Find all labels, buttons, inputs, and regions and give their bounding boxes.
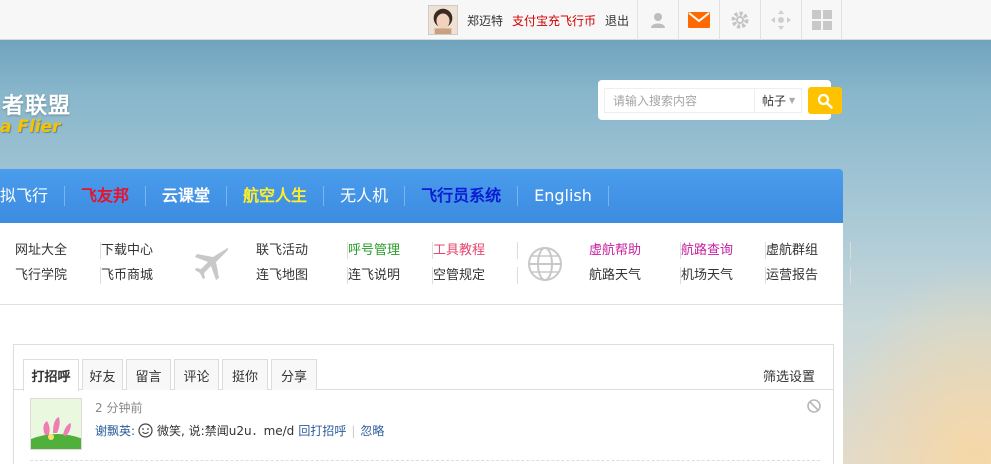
filter-settings-link[interactable]: 筛选设置 (763, 366, 815, 385)
search-icon (817, 93, 833, 109)
nav-item-aviation-life[interactable]: 航空人生 (227, 186, 325, 206)
tab-support[interactable]: 挺你 (222, 359, 268, 390)
sender-name[interactable]: 谢飘英: (95, 422, 135, 439)
subnav-link[interactable]: 机场天气 (681, 267, 766, 284)
background-glow (831, 260, 991, 464)
user-area: 郑迈特 支付宝充飞行币 退出 (428, 4, 629, 36)
username-link[interactable]: 郑迈特 (467, 12, 503, 29)
subnav-link[interactable]: 空管规定 (433, 267, 518, 284)
subnav-link[interactable]: 工具教程 (433, 242, 518, 259)
recharge-link[interactable]: 支付宝充飞行币 (512, 12, 596, 29)
nav-item-english[interactable]: English (518, 186, 609, 206)
subnav-link[interactable]: 网址大全 (15, 242, 101, 259)
mail-icon[interactable] (678, 0, 719, 40)
subnav-group-3: 虚航帮助 航路查询 虚航群组 航路天气 机场天气 运营报告 (589, 242, 851, 284)
nav-item-simulator[interactable]: 拟飞行 (0, 186, 66, 206)
nav-item-pilot-system[interactable]: 飞行员系统 (405, 186, 519, 206)
tab-share[interactable]: 分享 (271, 359, 317, 390)
subnav-group-2: 联飞活动 呼号管理 工具教程 连飞地图 连飞说明 空管规定 (256, 242, 518, 284)
tab-greet[interactable]: 打招呼 (23, 359, 79, 391)
search-button[interactable] (808, 87, 842, 114)
subnav-link[interactable]: 虚航群组 (766, 242, 851, 259)
tab-comments[interactable]: 评论 (174, 359, 219, 390)
search-box: 帖子 ▼ (598, 80, 842, 120)
top-icon-bar (637, 0, 842, 40)
plane-icon (195, 247, 229, 280)
logo-text-cn[interactable]: 者联盟 (2, 88, 71, 120)
subnav-link[interactable]: 航路查询 (681, 242, 766, 259)
subnav-link[interactable]: 飞行学院 (15, 267, 101, 284)
feed-box: 打招呼 好友 留言 评论 挺你 分享 筛选设置 2 分钟前 谢飘英: 微笑, 说… (13, 344, 834, 464)
main-nav: 拟飞行 飞友邦 云课堂 航空人生 无人机 飞行员系统 English (0, 169, 843, 223)
search-input[interactable] (604, 88, 754, 113)
subnav-link[interactable]: 呼号管理 (348, 242, 433, 259)
nav-item-cloud-class[interactable]: 云课堂 (146, 186, 228, 206)
tab-messages[interactable]: 留言 (126, 359, 171, 390)
subnav-link[interactable]: 航路天气 (589, 267, 681, 284)
subnav-link[interactable]: 连飞说明 (348, 267, 433, 284)
sub-nav: 网址大全 下载中心 飞行学院 飞币商城 联飞活动 呼号管理 工具教程 连飞地图 … (0, 223, 851, 305)
subnav-link[interactable]: 下载中心 (101, 242, 191, 259)
nav-item-feiyoubang[interactable]: 飞友邦 (65, 186, 147, 206)
subnav-group-1: 网址大全 下载中心 飞行学院 飞币商城 (15, 242, 191, 284)
chevron-down-icon: ▼ (789, 96, 796, 105)
globe-icon (528, 247, 562, 281)
avatar[interactable] (30, 398, 82, 450)
subnav-link[interactable]: 飞币商城 (101, 267, 191, 284)
gear-icon[interactable] (719, 0, 760, 40)
move-icon[interactable] (760, 0, 801, 40)
grid-icon[interactable] (801, 0, 842, 40)
divider (30, 460, 820, 461)
search-type-select[interactable]: 帖子 ▼ (754, 88, 802, 113)
nav-item-drone[interactable]: 无人机 (324, 186, 406, 206)
subnav-link[interactable]: 联飞活动 (256, 242, 348, 259)
divider: | (351, 423, 356, 438)
subnav-link[interactable]: 连飞地图 (256, 267, 348, 284)
search-type-label: 帖子 (762, 94, 787, 108)
content-panel: 网址大全 下载中心 飞行学院 飞币商城 联飞活动 呼号管理 工具教程 连飞地图 … (0, 223, 851, 464)
entry-timestamp: 2 分钟前 (95, 401, 143, 415)
avatar[interactable] (428, 5, 458, 35)
smile-icon (138, 423, 153, 438)
subnav-link[interactable]: 虚航帮助 (589, 242, 681, 259)
entry-message: 谢飘英: 微笑, 说:禁闻u2u．me/d 回打招呼 | 忽略 (95, 422, 384, 439)
subnav-link[interactable]: 运营报告 (766, 267, 851, 284)
top-bar: 郑迈特 支付宝充飞行币 退出 (0, 0, 991, 40)
feed-entry: 2 分钟前 谢飘英: 微笑, 说:禁闻u2u．me/d 回打招呼 | 忽略 (30, 398, 821, 458)
block-icon[interactable] (807, 399, 821, 413)
tab-friends[interactable]: 好友 (82, 359, 123, 390)
user-icon[interactable] (637, 0, 678, 40)
logout-link[interactable]: 退出 (605, 12, 629, 29)
message-text: 微笑, 说:禁闻u2u．me/d (157, 424, 295, 438)
ignore-link[interactable]: 忽略 (360, 422, 384, 439)
greet-back-link[interactable]: 回打招呼 (298, 422, 346, 439)
feed-tabs: 打招呼 好友 留言 评论 挺你 分享 筛选设置 (14, 357, 833, 391)
logo-text-en[interactable]: a Flier (0, 117, 61, 137)
